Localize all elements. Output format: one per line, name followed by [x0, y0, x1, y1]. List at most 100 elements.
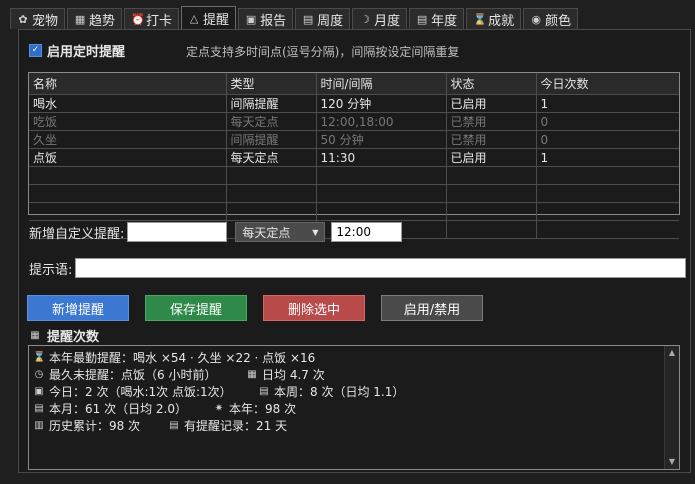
message-input[interactable]	[75, 258, 687, 278]
empty-row	[29, 184, 679, 203]
cell-count: 0	[536, 130, 679, 149]
tab-4[interactable]: ▣ 报告	[238, 8, 294, 29]
column-header[interactable]: 名称	[29, 73, 227, 95]
tab-2[interactable]: ⏰ 打卡	[124, 8, 180, 29]
stats-title: 提醒次数	[47, 330, 100, 345]
enable-label: 启用定时提醒	[47, 45, 126, 60]
empty-cell	[446, 184, 537, 203]
stats-heading: ▦ 提醒次数	[29, 326, 99, 345]
toggle-enable-button[interactable]: 启用/禁用	[381, 295, 483, 321]
stats-text: 日均 4.7 次	[262, 368, 325, 382]
tab-1[interactable]: ▦ 趋势	[67, 8, 123, 29]
stats-line: ◷ 最久未提醒：点饭（6 小时前） ▦ 日均 4.7 次	[33, 366, 404, 383]
calendar-week-icon: ▤	[259, 386, 269, 397]
tab-0[interactable]: ✿ 宠物	[10, 8, 66, 29]
cell-type: 每天定点	[226, 148, 317, 167]
tab-label: 颜色	[545, 13, 572, 29]
save-reminder-button[interactable]: 保存提醒	[145, 295, 247, 321]
hourglass-icon: ⌛	[33, 352, 46, 363]
table-row[interactable]: 久坐 间隔提醒 50 分钟 已禁用 0	[29, 130, 679, 149]
cell-time: 12:00,18:00	[316, 112, 447, 131]
tab-label: 年度	[431, 13, 458, 29]
scroll-down-icon[interactable]: ▼	[665, 456, 679, 468]
empty-cell	[446, 220, 537, 239]
trend-chart-icon: ▦	[74, 12, 86, 26]
column-header[interactable]: 今日次数	[536, 73, 679, 95]
add-reminder-label: 新增自定义提醒:	[29, 226, 125, 242]
reminder-name-input[interactable]	[127, 222, 228, 242]
reminder-panel: ✓ 启用定时提醒 定点支持多时间点(逗号分隔)，间隔按设定间隔重复 名称 类型 时间…	[18, 29, 691, 473]
delete-selected-button[interactable]: 删除选中	[263, 295, 365, 321]
tab-label: 提醒	[203, 12, 230, 28]
stats-item: ▦ 日均 4.7 次	[246, 366, 325, 383]
stats-text: 本年：98 次	[229, 402, 297, 416]
empty-cell	[446, 202, 537, 221]
bar-chart-icon: ▦	[30, 330, 40, 341]
enable-reminder-toggle[interactable]: ✓ 启用定时提醒	[29, 41, 125, 60]
cell-name: 吃饭	[29, 112, 227, 131]
cell-count: 1	[536, 148, 679, 167]
tab-label: 成就	[488, 13, 515, 29]
tab-label: 月度	[374, 13, 401, 29]
cell-status: 已禁用	[446, 112, 537, 131]
alarm-clock-icon: ⏰	[131, 12, 145, 26]
stats-item: ⌛ 本年最勤提醒：喝水 ×54 · 久坐 ×22 · 点饭 ×16	[33, 349, 315, 366]
empty-cell	[536, 184, 679, 203]
cell-count: 1	[536, 94, 679, 113]
reminder-type-select[interactable]: 每天定点 ▼	[235, 222, 326, 242]
tab-5[interactable]: ▤ 周度	[295, 8, 351, 29]
add-reminder-button[interactable]: 新增提醒	[27, 295, 129, 321]
message-label: 提示语:	[29, 262, 73, 278]
stats-text: 历史累计：98 次	[49, 419, 141, 433]
empty-cell	[226, 184, 317, 203]
tab-8[interactable]: ⌛ 成就	[466, 8, 522, 29]
empty-row	[29, 166, 679, 185]
tab-label: 打卡	[146, 13, 173, 29]
table-row[interactable]: 吃饭 每天定点 12:00,18:00 已禁用 0	[29, 112, 679, 131]
add-reminder-row: 新增自定义提醒: 每天定点 ▼	[29, 222, 403, 242]
cell-type: 间隔提醒	[226, 130, 317, 149]
column-header[interactable]: 时间/间隔	[316, 73, 447, 95]
stats-text: 本年最勤提醒：喝水 ×54 · 久坐 ×22 · 点饭 ×16	[49, 351, 316, 365]
column-header[interactable]: 类型	[226, 73, 317, 95]
column-header[interactable]: 状态	[446, 73, 537, 95]
record-icon: ▤	[169, 420, 179, 431]
tab-7[interactable]: ▤ 年度	[409, 8, 465, 29]
stats-item: ◷ 最久未提醒：点饭（6 小时前）	[33, 366, 246, 383]
cell-status: 已启用	[446, 94, 537, 113]
hourglass-icon: ⌛	[473, 12, 487, 26]
cell-name: 久坐	[29, 130, 227, 149]
cell-time: 50 分钟	[316, 130, 447, 149]
calendar-year-icon: ✷	[214, 403, 224, 414]
reminder-time-input[interactable]	[331, 222, 403, 242]
enable-checkbox[interactable]: ✓	[29, 44, 42, 57]
stats-scrollbar[interactable]: ▲ ▼	[664, 346, 679, 469]
empty-cell	[316, 166, 447, 185]
calendar-month-icon: ▤	[34, 403, 44, 414]
cell-status: 已启用	[446, 148, 537, 167]
stats-line: ▣ 今日：2 次（喝水:1次 点饭:1次） ▤ 本周：8 次（日均 1.1）	[33, 383, 404, 400]
button-row: 新增提醒 保存提醒 删除选中 启用/禁用	[27, 295, 483, 321]
empty-cell	[226, 202, 317, 221]
tab-3[interactable]: △ 提醒	[181, 6, 237, 29]
empty-row	[29, 202, 679, 221]
table-row[interactable]: 点饭 每天定点 11:30 已启用 1	[29, 148, 679, 167]
bell-icon: △	[189, 11, 199, 25]
calendar-week-icon: ▤	[302, 12, 314, 26]
tab-9[interactable]: ◉ 颜色	[523, 8, 579, 29]
cell-time: 11:30	[316, 148, 447, 167]
reminder-table: 名称 类型 时间/间隔 状态 今日次数 喝水 间隔提醒 120 分钟 已启用 1 吃饭 每天定点 12…	[28, 72, 680, 239]
cell-type: 每天定点	[226, 112, 317, 131]
hint-text: 定点支持多时间点(逗号分隔)，间隔按设定间隔重复	[186, 45, 460, 59]
cell-name: 点饭	[29, 148, 227, 167]
stats-item: ▤ 本月：61 次（日均 2.0）	[33, 400, 213, 417]
tab-6[interactable]: ☽ 月度	[352, 8, 408, 29]
table-row[interactable]: 喝水 间隔提醒 120 分钟 已启用 1	[29, 94, 679, 113]
message-row: 提示语:	[29, 258, 687, 278]
empty-cell	[536, 220, 679, 239]
cell-type: 间隔提醒	[226, 94, 317, 113]
scroll-up-icon[interactable]: ▲	[665, 347, 679, 359]
stats-line: ⌛ 本年最勤提醒：喝水 ×54 · 久坐 ×22 · 点饭 ×16	[33, 349, 404, 366]
empty-cell	[536, 202, 679, 221]
empty-cell	[316, 202, 447, 221]
